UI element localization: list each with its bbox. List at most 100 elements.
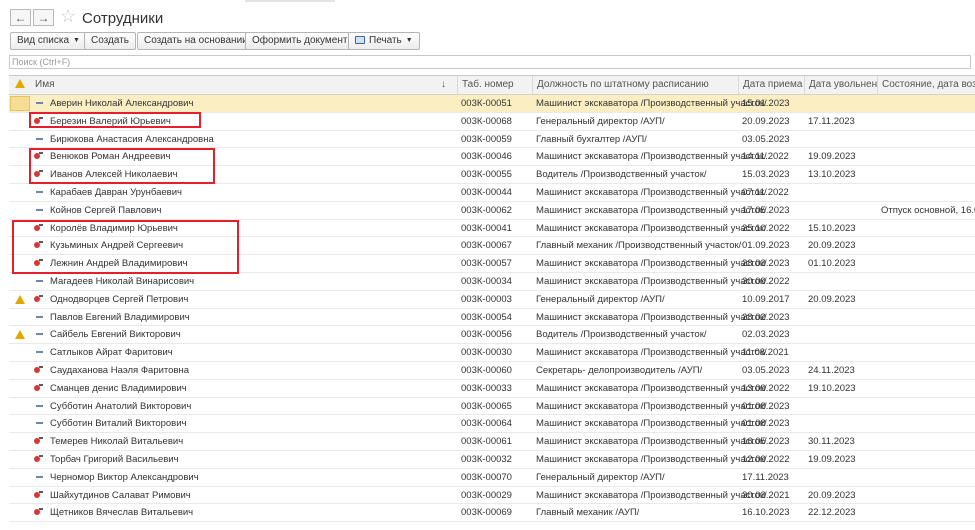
employee-icon xyxy=(36,208,43,211)
toolbar: Вид списка ▼ Создать Создать на основании… xyxy=(0,32,975,50)
cell-position: Генеральный директор /АУП/ xyxy=(536,471,665,483)
header-warning-column[interactable] xyxy=(9,76,31,94)
view-list-button[interactable]: Вид списка ▼ xyxy=(10,32,87,50)
table-row[interactable]: Шайхутдинов Салават Римович 003К-00029 Маш… xyxy=(9,487,975,505)
table-row[interactable]: Сайбель Евгений Викторович 003К-00056 Води… xyxy=(9,326,975,345)
back-button[interactable]: ← xyxy=(10,9,31,26)
header-hire-date[interactable]: Дата приема xyxy=(738,76,804,94)
cell-hire-date: 28.02.2023 xyxy=(742,311,790,323)
dismissed-employee-icon xyxy=(34,383,43,392)
cell-tab-number: 003К-00003 xyxy=(461,293,512,305)
cell-name: Саудаханова Наэля Фаритовна xyxy=(50,365,190,376)
cell-position: Машинист экскаватора /Производственный у… xyxy=(536,418,767,430)
highlight-box xyxy=(12,220,239,274)
table-row[interactable]: Темерев Николай Витальевич 003К-00061 Маши… xyxy=(9,433,975,451)
table-row[interactable]: Торбач Григорий Васильевич 003К-00032 Маши… xyxy=(9,451,975,469)
sort-down-icon: ↓ xyxy=(441,79,446,90)
table-header: Имя ↓ Таб. номер Должность по штатному р… xyxy=(9,76,975,95)
cell-position: Секретарь- делопроизводитель /АУП/ xyxy=(536,365,703,376)
table-row[interactable]: Субботин Анатолий Викторович 003К-00065 Ма… xyxy=(9,398,975,416)
header-dismissal-date[interactable]: Дата увольнения xyxy=(804,76,877,94)
create-button[interactable]: Создать xyxy=(84,32,137,50)
table-row[interactable]: Саудаханова Наэля Фаритовна 003К-00060 Сек… xyxy=(9,362,975,380)
employee-icon xyxy=(36,333,43,336)
cell-position: Главный механик /Производственный участо… xyxy=(536,240,742,252)
table-row[interactable]: Субботин Виталий Викторович 003К-00064 Маш… xyxy=(9,415,975,434)
dismissed-employee-icon xyxy=(34,508,43,516)
cell-name: Аверин Николай Александрович xyxy=(50,98,194,109)
cell-hire-date: 20.09.2023 xyxy=(742,115,790,127)
table-row[interactable]: Сатлыков Айрат Фаритович 003К-00030 Машини… xyxy=(9,344,975,362)
cell-hire-date: 17.05.2023 xyxy=(742,204,790,216)
cell-hire-date: 30.03.2021 xyxy=(742,489,790,501)
forward-button[interactable]: → xyxy=(33,9,54,26)
cell-name: Бирюкова Анастасия Александровна xyxy=(50,133,214,145)
table-row[interactable]: Щетников Вячеслав Витальевич 003К-00069 Гл… xyxy=(9,504,975,523)
cell-hire-date: 16.10.2023 xyxy=(742,507,790,519)
cell-tab-number: 003К-00055 xyxy=(461,169,512,181)
dismissed-employee-icon xyxy=(34,294,43,303)
print-button[interactable]: Печать ▼ xyxy=(348,32,420,50)
cell-tab-number: 003К-00041 xyxy=(461,222,512,234)
search-placeholder: Поиск (Ctrl+F) xyxy=(12,57,71,67)
cell-tab-number: 003К-00064 xyxy=(461,418,512,430)
header-position[interactable]: Должность по штатному расписанию xyxy=(532,76,738,94)
cell-tab-number: 003К-00044 xyxy=(461,187,512,198)
search-input[interactable]: Поиск (Ctrl+F) xyxy=(9,55,971,69)
cell-dismissal-date: 22.12.2023 xyxy=(808,507,856,519)
cell-hire-date: 25.10.2022 xyxy=(742,222,790,234)
table-row[interactable]: Бирюкова Анастасия Александровна 003К-000… xyxy=(9,131,975,149)
back-arrow-icon: ← xyxy=(14,11,27,25)
employee-icon xyxy=(36,351,43,354)
row-selector[interactable] xyxy=(10,96,30,111)
cell-name: Карабаев Давран Урунбаевич xyxy=(50,187,182,198)
table-row[interactable]: Сманцев денис Владимирович 003К-00033 Маши… xyxy=(9,380,975,398)
cell-hire-date: 03.05.2023 xyxy=(742,133,790,145)
table-row[interactable]: Магадеев Николай Винарисович 003К-00034 Ма… xyxy=(9,273,975,291)
highlight-box xyxy=(29,112,201,128)
cell-position: Генеральный директор /АУП/ xyxy=(536,115,665,127)
cell-position: Машинист экскаватора /Производственный у… xyxy=(536,489,767,501)
table-row[interactable]: Аверин Николай Александрович 003К-00051 Ма… xyxy=(9,95,975,113)
cell-hire-date: 16.05.2023 xyxy=(742,436,790,448)
table-row[interactable]: Койнов Сергей Павлович 003К-00062 Машинист… xyxy=(9,202,975,220)
cell-dismissal-date: 20.09.2023 xyxy=(808,293,856,305)
employee-icon xyxy=(36,475,43,478)
cell-name: Субботин Анатолий Викторович xyxy=(50,400,192,412)
table-row[interactable]: Карабаев Давран Урунбаевич 003К-00044 Маши… xyxy=(9,184,975,202)
cell-hire-date: 30.09.2022 xyxy=(742,276,790,287)
cell-hire-date: 01.08.2023 xyxy=(742,400,790,412)
page-title: Сотрудники xyxy=(82,10,164,27)
cell-position: Машинист экскаватора /Производственный у… xyxy=(536,454,767,465)
table-row[interactable]: Павлов Евгений Владимирович 003К-00054 Маш… xyxy=(9,309,975,327)
table-row[interactable]: Черномор Виктор Александрович 003К-00070 Г… xyxy=(9,469,975,487)
cell-position: Машинист экскаватора /Производственный у… xyxy=(536,258,767,270)
warning-icon xyxy=(15,79,25,88)
cell-position: Машинист экскаватора /Производственный у… xyxy=(536,400,767,412)
header-name-label: Имя xyxy=(35,79,55,90)
cell-hire-date: 03.05.2023 xyxy=(742,365,790,376)
header-name[interactable]: Имя ↓ xyxy=(31,76,457,94)
cell-tab-number: 003К-00054 xyxy=(461,311,512,323)
cell-tab-number: 003К-00029 xyxy=(461,489,512,501)
dismissed-employee-icon xyxy=(34,437,43,445)
dismissed-employee-icon xyxy=(34,455,43,463)
cell-state: Отпуск основной, 16.01.2 xyxy=(881,204,975,216)
favorite-star-icon[interactable]: ☆ xyxy=(60,6,76,26)
employee-icon xyxy=(36,422,43,425)
cell-tab-number: 003К-00062 xyxy=(461,204,512,216)
cell-position: Главный механик /АУП/ xyxy=(536,507,640,519)
header-state[interactable]: Состояние, дата возврата xyxy=(877,76,975,94)
warning-icon xyxy=(15,330,25,340)
table-row[interactable]: Однодворцев Сергей Петрович 003К-00003 Ген… xyxy=(9,291,975,309)
header-tab-number[interactable]: Таб. номер xyxy=(457,76,532,94)
cell-tab-number: 003К-00034 xyxy=(461,276,512,287)
cell-dismissal-date: 20.09.2023 xyxy=(808,489,856,501)
title-bar: ← → ☆ Сотрудники xyxy=(0,0,975,30)
cell-hire-date: 10.09.2017 xyxy=(742,293,790,305)
make-document-label: Оформить документ xyxy=(252,35,348,46)
cell-name: Койнов Сергей Павлович xyxy=(50,204,162,216)
cell-name: Субботин Виталий Викторович xyxy=(50,418,187,430)
cell-hire-date: 17.11.2023 xyxy=(742,471,789,483)
cell-dismissal-date: 17.11.2023 xyxy=(808,115,855,127)
